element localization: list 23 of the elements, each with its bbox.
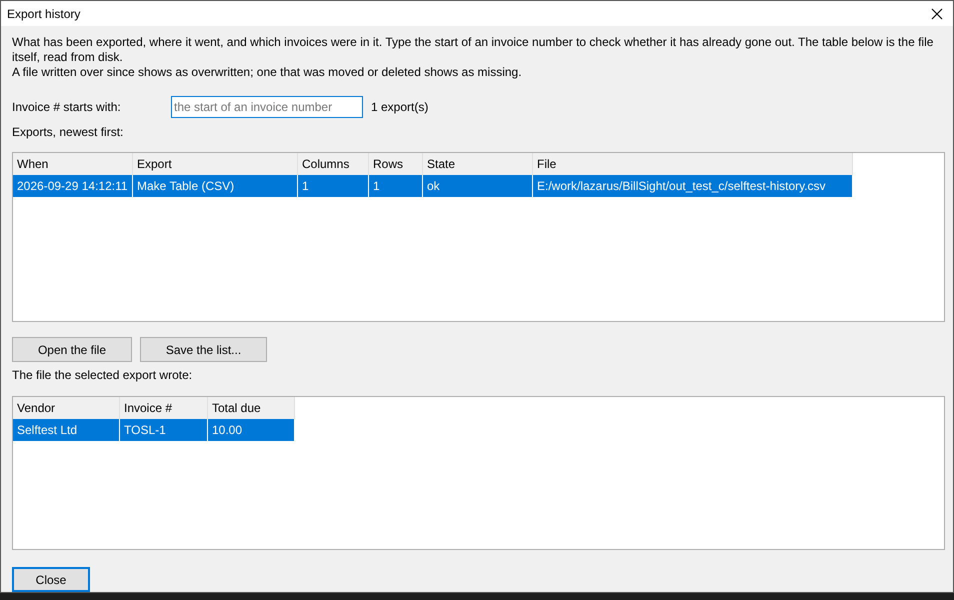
table-row[interactable]: Selftest Ltd TOSL-1 10.00 <box>13 419 295 441</box>
table-cell: TOSL-1 <box>120 419 208 441</box>
table-cell: 1 <box>298 175 369 197</box>
table-cell: 1 <box>369 175 423 197</box>
table-cell: 10.00 <box>208 419 295 441</box>
close-icon[interactable] <box>931 8 943 20</box>
section-label: The file the selected export wrote: <box>12 368 194 383</box>
table-cell: Selftest Ltd <box>13 419 120 441</box>
action-button[interactable]: Open the file <box>12 337 132 362</box>
table-cell: 2026-09-29 14:12:11 <box>13 175 133 197</box>
search-field[interactable]: the start of an invoice number <box>171 96 363 118</box>
table-row[interactable]: 2026-09-29 14:12:11 Make Table (CSV) 1 1 ok E:/work/lazarus/BillSight/out_test_c/selftest-history.csv <box>13 175 853 197</box>
close-button[interactable]: Close <box>12 567 90 592</box>
action-button[interactable]: Save the list... <box>140 337 267 362</box>
table-cell: Make Table (CSV) <box>133 175 298 197</box>
description-text: A file written over since shows as overwritten; one that was moved or deleted shows as missing. <box>12 65 523 80</box>
export-count: 1 export(s) <box>371 100 428 114</box>
table-cell: ok <box>423 175 533 197</box>
filter-label: Invoice # starts with: <box>12 100 122 114</box>
table-cell: E:/work/lazarus/BillSight/out_test_c/selftest-history.csv <box>533 175 853 197</box>
description-text: What has been exported, where it went, and which invoices were in it. Type the start of an invoice number to check whether it has already gone out. The table below is the file itself, read from disk. <box>12 35 934 65</box>
window-title: Export history <box>7 6 80 20</box>
section-label: Exports, newest first: <box>12 125 124 140</box>
